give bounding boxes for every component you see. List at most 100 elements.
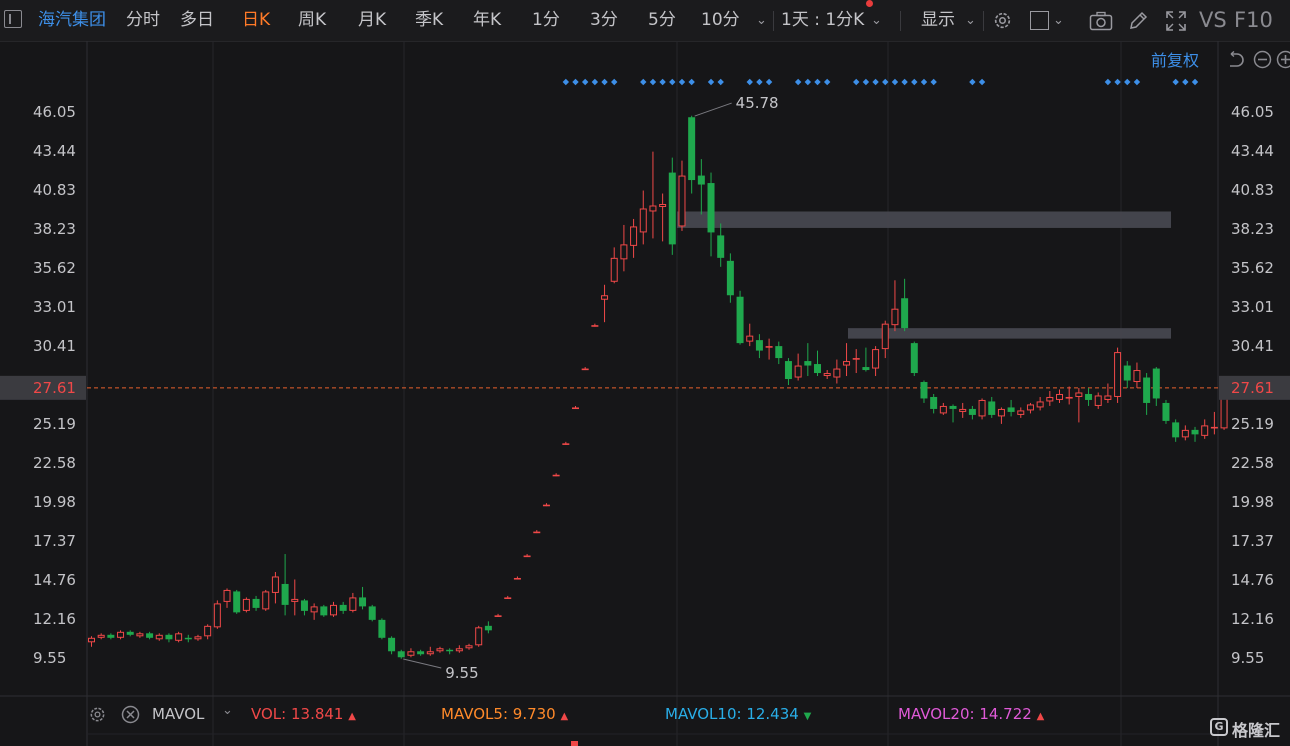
layout-square-icon[interactable] (1030, 11, 1049, 30)
candle-body-down[interactable] (339, 604, 347, 611)
candlestick-chart[interactable]: 46.05 46.05 43.44 43.44 40.83 40.83 38.23 38.23… (0, 41, 1290, 746)
display-menu-chevron-icon[interactable]: ⌄ (965, 0, 976, 41)
candle-body-down[interactable] (814, 364, 821, 374)
candle-body-up[interactable] (465, 645, 473, 649)
candle-body-up[interactable] (591, 325, 599, 327)
candle-body-down[interactable] (920, 382, 928, 399)
candle-body-up[interactable] (1075, 392, 1083, 397)
candle-body-down[interactable] (388, 637, 396, 652)
period-tab-daily[interactable]: 日K (242, 0, 270, 41)
candle-body-down[interactable] (717, 235, 725, 258)
candle-body-down[interactable] (1162, 402, 1170, 421)
candle-body-up[interactable] (843, 361, 851, 366)
candle-body-down[interactable] (484, 625, 492, 631)
candle-body-up[interactable] (610, 257, 618, 282)
candle-body-up[interactable] (1104, 395, 1112, 400)
candle-body-up[interactable] (997, 408, 1005, 417)
candle-body-down[interactable] (107, 634, 115, 638)
candle-body-up[interactable] (630, 226, 638, 246)
period-tab-weekly[interactable]: 周K (298, 0, 326, 41)
candle-body-up[interactable] (833, 368, 841, 378)
candle-body-down[interactable] (1143, 377, 1151, 403)
candle-body-up[interactable] (504, 597, 512, 600)
candle-body-down[interactable] (784, 361, 792, 380)
candle-body-up[interactable] (475, 627, 483, 646)
candle-body-down[interactable] (397, 651, 405, 658)
candle-body-up[interactable] (97, 634, 105, 638)
candle-body-up[interactable] (88, 637, 95, 643)
candle-body-up[interactable] (1036, 401, 1044, 408)
candle-body-down[interactable] (252, 598, 260, 608)
candle-body-up[interactable] (552, 474, 560, 477)
candle-body-up[interactable] (1065, 396, 1073, 399)
candle-body-up[interactable] (533, 531, 541, 534)
candle-body-up[interactable] (426, 651, 434, 655)
candle-body-down[interactable] (1085, 393, 1093, 400)
candle-body-up[interactable] (175, 633, 183, 641)
fullscreen-icon[interactable] (1165, 10, 1187, 32)
candle-body-up[interactable] (639, 208, 647, 233)
candle-body-up[interactable] (581, 368, 589, 371)
candle-body-up[interactable] (117, 631, 125, 638)
candle-body-down[interactable] (1007, 407, 1015, 412)
candle-body-down[interactable] (930, 396, 938, 409)
candle-body-down[interactable] (862, 367, 870, 371)
candle-body-down[interactable] (804, 361, 812, 366)
candle-body-up[interactable] (1046, 396, 1054, 402)
candle-body-up[interactable] (436, 648, 444, 652)
period-tab-fenshi[interactable]: 分时 (126, 0, 160, 41)
candle-body-up[interactable] (1210, 426, 1218, 429)
candle-body-down[interactable] (755, 340, 763, 351)
candle-body-up[interactable] (649, 205, 657, 212)
candle-body-up[interactable] (242, 598, 250, 611)
candle-body-down[interactable] (668, 172, 676, 245)
candle-body-up[interactable] (455, 648, 463, 652)
candle-body-up[interactable] (349, 597, 357, 611)
period-select-chevron-icon[interactable]: ⌄ (871, 0, 882, 41)
candle-body-up[interactable] (155, 634, 163, 640)
candle-body-up[interactable] (823, 373, 831, 377)
display-menu[interactable]: 显示 (921, 0, 955, 41)
period-tab-5min[interactable]: 5分 (648, 0, 676, 41)
candle-body-down[interactable] (949, 405, 957, 409)
f10-button[interactable]: F10 (1234, 0, 1273, 41)
candle-body-up[interactable] (1094, 395, 1102, 406)
candle-body-up[interactable] (978, 399, 986, 417)
candle-body-down[interactable] (184, 637, 192, 640)
candle-body-up[interactable] (1133, 370, 1141, 383)
candle-body-up[interactable] (523, 555, 531, 558)
candle-body-up[interactable] (194, 636, 202, 640)
candle-body-down[interactable] (446, 649, 454, 652)
candle-body-up[interactable] (262, 591, 270, 610)
candle-body-up[interactable] (330, 604, 337, 616)
candle-body-up[interactable] (542, 504, 550, 507)
candle-body-down[interactable] (368, 606, 376, 620)
candle-body-down[interactable] (1172, 422, 1180, 438)
candle-body-down[interactable] (378, 619, 386, 638)
candle-body-up[interactable] (939, 405, 947, 414)
candle-body-up[interactable] (678, 175, 686, 227)
candle-body-down[interactable] (697, 175, 705, 185)
period-tab-monthly[interactable]: 月K (358, 0, 386, 41)
candle-body-down[interactable] (281, 583, 289, 605)
candle-body-up[interactable] (852, 358, 860, 360)
indicator-name[interactable]: MAVOL (152, 705, 204, 723)
candle-body-down[interactable] (688, 117, 696, 181)
candle-body-up[interactable] (959, 408, 967, 412)
panel-toggle-icon[interactable] (4, 10, 22, 28)
candle-body-up[interactable] (659, 203, 667, 207)
stock-name[interactable]: 海汽集团 (38, 0, 106, 41)
period-tab-quarterly[interactable]: 季K (415, 0, 443, 41)
candle-body-up[interactable] (891, 308, 899, 326)
candle-body-down[interactable] (165, 634, 173, 640)
candle-body-up[interactable] (794, 365, 802, 378)
candle-body-up[interactable] (1181, 429, 1189, 438)
candle-body-down[interactable] (233, 591, 241, 613)
candle-body-up[interactable] (204, 625, 212, 637)
candle-body-up[interactable] (213, 603, 221, 628)
candle-body-up[interactable] (1114, 352, 1122, 397)
candle-body-down[interactable] (968, 408, 976, 415)
period-tab-1min[interactable]: 1分 (532, 0, 560, 41)
candle-body-up[interactable] (136, 633, 144, 637)
candle-body-up[interactable] (872, 349, 880, 369)
